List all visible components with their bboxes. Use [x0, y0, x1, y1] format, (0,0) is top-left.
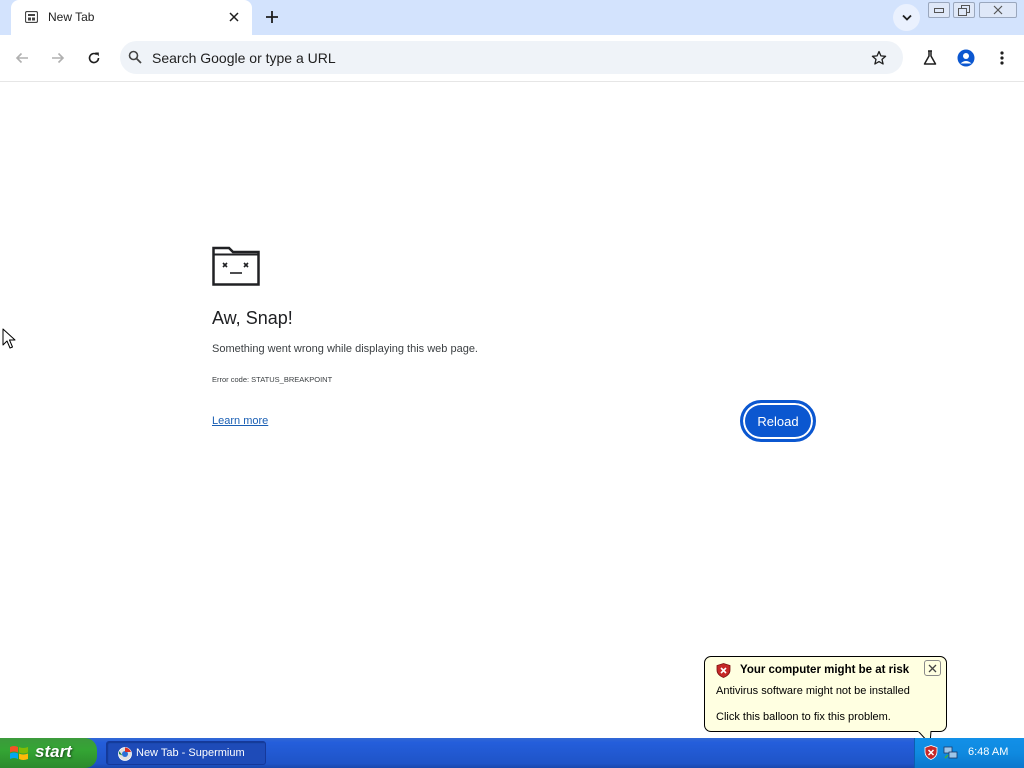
taskbar-item-browser[interactable]: New Tab - Supermium — [106, 741, 266, 765]
clock[interactable]: 6:48 AM — [968, 746, 1008, 758]
balloon-message: Antivirus software might not be installe… — [716, 685, 910, 697]
plus-icon — [266, 11, 278, 23]
back-button[interactable] — [10, 46, 34, 70]
close-icon — [928, 664, 937, 672]
restore-icon — [958, 4, 970, 16]
balloon-action-text: Click this balloon to fix this problem. — [716, 711, 891, 723]
tab-new-tab[interactable]: New Tab — [11, 0, 252, 35]
error-code: Error code: STATUS_BREAKPOINT — [212, 375, 333, 384]
browser-icon — [118, 747, 132, 761]
chevron-down-icon — [901, 14, 912, 21]
menu-button[interactable] — [990, 46, 1014, 70]
reload-toolbar-button[interactable] — [82, 46, 106, 70]
tab-close-button[interactable] — [225, 8, 243, 26]
minimize-button[interactable] — [928, 2, 950, 18]
forward-button[interactable] — [46, 46, 70, 70]
shield-warning-icon — [716, 663, 731, 678]
page-title: Aw, Snap! — [212, 308, 293, 328]
tab-search-button[interactable] — [893, 4, 920, 31]
restore-button[interactable] — [953, 2, 975, 18]
labs-button[interactable] — [918, 46, 942, 70]
search-input[interactable] — [152, 48, 852, 68]
search-icon — [128, 50, 142, 64]
balloon-close-button[interactable] — [924, 660, 941, 676]
close-icon — [229, 12, 239, 22]
network-icon[interactable] — [943, 745, 959, 760]
reload-icon — [88, 52, 100, 64]
labs-flask-icon — [923, 50, 937, 65]
omnibox[interactable] — [120, 41, 903, 74]
close-icon — [993, 5, 1003, 15]
mouse-cursor-icon — [2, 328, 16, 349]
profile-icon — [957, 49, 975, 67]
balloon-title: Your computer might be at risk — [740, 664, 910, 676]
more-vert-icon — [1000, 51, 1004, 65]
profile-button[interactable] — [954, 46, 978, 70]
browser-toolbar — [0, 35, 1024, 82]
tab-title: New Tab — [48, 10, 95, 24]
window-close-button[interactable] — [979, 2, 1017, 18]
minimize-icon — [934, 8, 944, 13]
start-button[interactable]: start — [0, 738, 97, 768]
back-arrow-icon — [15, 52, 28, 64]
shield-warning-icon[interactable] — [924, 745, 938, 760]
star-icon — [871, 50, 887, 65]
taskbar-item-label: New Tab - Supermium — [136, 747, 245, 759]
error-message: Something went wrong while displaying th… — [212, 343, 478, 355]
new-tab-page-icon — [25, 11, 38, 23]
start-label: start — [35, 742, 72, 761]
learn-more-link[interactable]: Learn more — [212, 415, 268, 427]
system-tray: 6:48 AM — [914, 738, 1024, 768]
bookmark-star-button[interactable] — [869, 48, 889, 68]
tab-strip: New Tab — [0, 0, 1024, 35]
new-tab-button[interactable] — [261, 6, 283, 28]
windows-flag-icon — [10, 746, 28, 760]
taskbar: start New Tab - Supermium 6:48 AM — [0, 738, 1024, 768]
security-balloon[interactable]: Your computer might be at risk Antivirus… — [704, 656, 947, 732]
reload-button[interactable]: Reload — [740, 400, 816, 442]
sad-tab-icon — [212, 246, 260, 286]
forward-arrow-icon — [52, 52, 65, 64]
